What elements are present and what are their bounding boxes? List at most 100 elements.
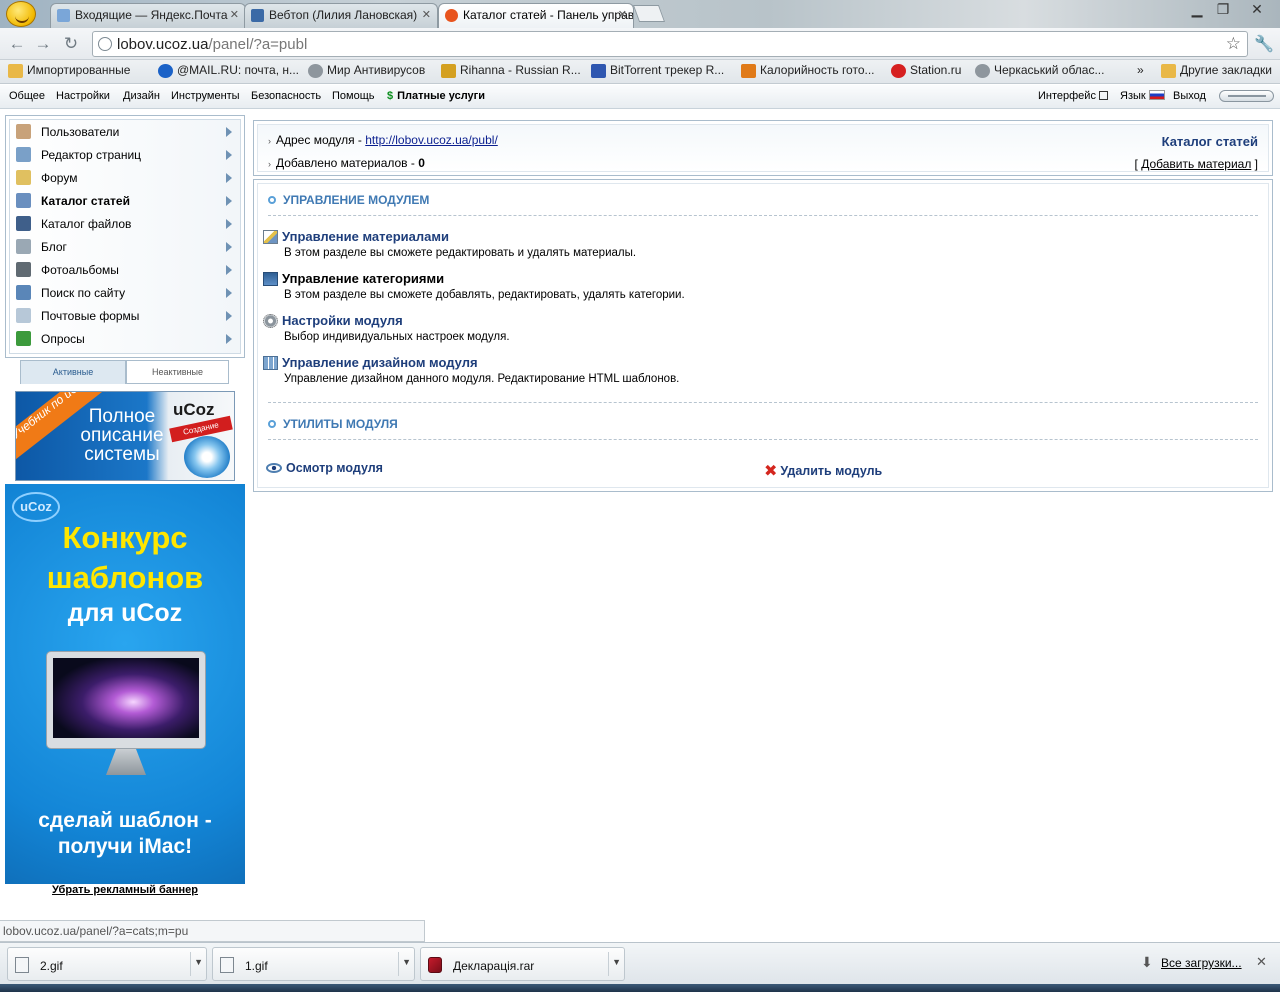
chevron-right-icon[interactable]	[226, 265, 232, 275]
download-item[interactable]: Декларація.rar ▼	[420, 947, 625, 981]
banner-title: Конкурс	[62, 520, 188, 555]
manage-categories-link[interactable]: Управление категориями	[282, 271, 444, 286]
bookmark-bittorrent[interactable]: BitTorrent трекер R...	[591, 63, 724, 78]
bookmark-other[interactable]: Другие закладки	[1161, 63, 1272, 78]
chevron-right-icon[interactable]	[226, 127, 232, 137]
bookmarks-overflow-icon[interactable]: »	[1137, 63, 1144, 77]
remove-banner-link[interactable]: Убрать рекламный баннер	[5, 884, 245, 896]
sidebar-item-page-editor[interactable]: Редактор страниц	[14, 144, 236, 167]
manage-materials-desc: В этом разделе вы сможете редактировать …	[284, 247, 637, 259]
wrench-menu-icon[interactable]: 🔧	[1254, 34, 1274, 54]
tab-close-icon[interactable]: ✕	[618, 8, 627, 21]
sidebar-item-articles[interactable]: Каталог статей	[14, 190, 236, 213]
bookmark-station[interactable]: Station.ru	[891, 63, 961, 78]
address-bar[interactable]: lobov.ucoz.ua/panel/?a=publ ☆	[92, 31, 1248, 57]
chevron-down-icon[interactable]: ▼	[612, 957, 621, 967]
bookmark-rihanna[interactable]: Rihanna - Russian R...	[441, 63, 581, 78]
interface-checkbox[interactable]	[1098, 91, 1108, 100]
bookmark-mailru[interactable]: @MAIL.RU: почта, н...	[158, 63, 299, 78]
download-item[interactable]: 1.gif ▼	[212, 947, 415, 981]
template-contest-banner[interactable]: uCoz Конкурс шаблонов для uCoz сделай ша…	[5, 484, 245, 884]
menu-design[interactable]: Дизайн	[123, 90, 160, 102]
tab-title: Вебтоп (Лилия Лановская)	[269, 8, 418, 22]
sidebar-item-polls[interactable]: Опросы	[14, 328, 236, 351]
module-design-link[interactable]: Управление дизайном модуля	[282, 355, 478, 370]
banner-line: Полное	[88, 406, 156, 427]
back-arrow-icon[interactable]: ←	[6, 34, 28, 54]
mailru-icon	[158, 64, 173, 78]
sidebar-item-mail-forms[interactable]: Почтовые формы	[14, 305, 236, 328]
menu-interface[interactable]: Интерфейс	[1038, 90, 1108, 102]
divider	[398, 952, 399, 976]
chevron-right-icon[interactable]	[226, 311, 232, 321]
menu-general[interactable]: Общее	[9, 90, 45, 102]
module-management-inner: УПРАВЛЕНИЕ МОДУЛЕМ Управление материалам…	[257, 183, 1269, 488]
status-url-bubble: lobov.ucoz.ua/panel/?a=cats;m=pu	[0, 920, 425, 942]
menu-settings[interactable]: Настройки	[56, 90, 110, 102]
envelope-icon	[57, 9, 70, 22]
sidebar-item-files[interactable]: Каталог файлов	[14, 213, 236, 236]
tab-inactive-modules[interactable]: Неактивные	[126, 360, 229, 384]
bookmark-antivirus[interactable]: Мир Антивирусов	[308, 63, 426, 78]
bullet-icon	[268, 420, 276, 428]
width-slider[interactable]	[1219, 90, 1274, 102]
sidebar-item-label: Поиск по сайту	[41, 286, 126, 300]
menu-help[interactable]: Помощь	[332, 90, 375, 102]
chevron-right-icon[interactable]	[226, 150, 232, 160]
module-design-desc: Управление дизайном данного модуля. Реда…	[284, 373, 680, 385]
download-filename: 1.gif	[245, 959, 268, 973]
chevron-right-icon[interactable]	[226, 242, 232, 252]
module-settings-link[interactable]: Настройки модуля	[282, 313, 403, 328]
smiley-avatar-icon[interactable]	[6, 1, 36, 27]
sidebar-item-forum[interactable]: Форум	[14, 167, 236, 190]
forward-arrow-icon[interactable]: →	[32, 34, 54, 54]
tab-close-icon[interactable]: ✕	[422, 8, 431, 21]
gear-icon	[263, 314, 278, 328]
menu-tools[interactable]: Инструменты	[171, 90, 240, 102]
tab-active-modules[interactable]: Активные	[20, 360, 126, 384]
restore-icon[interactable]: ❐	[1206, 0, 1240, 20]
url-text: lobov.ucoz.ua/panel/?a=publ	[117, 36, 307, 53]
banner-line: описание	[80, 425, 164, 446]
download-item[interactable]: 2.gif ▼	[7, 947, 207, 981]
bookmark-imported[interactable]: Импортированные	[8, 63, 130, 78]
folder-icon	[8, 64, 23, 78]
added-label: Добавлено материалов -	[276, 156, 419, 170]
chevron-down-icon[interactable]: ▼	[194, 957, 203, 967]
ucoz-manual-banner[interactable]: Учебник по uCoz Полное описание системы …	[15, 391, 235, 481]
new-tab-button[interactable]	[632, 5, 666, 22]
menu-language[interactable]: Язык	[1120, 90, 1165, 102]
sidebar-item-users[interactable]: Пользователи	[14, 121, 236, 144]
bookmark-label: Мир Антивирусов	[327, 63, 426, 77]
add-material-link[interactable]: Добавить материал	[1141, 157, 1251, 171]
browser-tab-webtop[interactable]: Вебтоп (Лилия Лановская) ✕	[244, 3, 438, 28]
menu-paid-services[interactable]: $ Платные услуги	[387, 90, 485, 102]
view-module-link[interactable]: Осмотр модуля	[266, 461, 383, 475]
all-downloads-link[interactable]: Все загрузки...	[1161, 956, 1242, 970]
module-address-link[interactable]: http://lobov.ucoz.ua/publ/	[365, 133, 498, 147]
page-info-icon[interactable]	[98, 37, 112, 51]
chevron-down-icon[interactable]: ▼	[402, 957, 411, 967]
chevron-right-icon[interactable]	[226, 196, 232, 206]
delete-module-link[interactable]: ✖ Удалить модуль	[764, 461, 882, 481]
sidebar-item-blog[interactable]: Блог	[14, 236, 236, 259]
close-window-icon[interactable]: ✕	[1240, 0, 1274, 20]
menu-logout[interactable]: Выход	[1173, 90, 1206, 102]
reload-icon[interactable]: ↻	[60, 34, 82, 54]
menu-security[interactable]: Безопасность	[251, 90, 321, 102]
bookmark-star-icon[interactable]: ☆	[1226, 34, 1241, 54]
bookmark-cherkasy[interactable]: Черкаський облас...	[975, 63, 1104, 78]
manage-materials-link[interactable]: Управление материалами	[282, 229, 449, 244]
browser-tab-yandex-mail[interactable]: Входящие — Яндекс.Почта ✕	[50, 3, 246, 28]
chevron-right-icon[interactable]	[226, 288, 232, 298]
chevron-right-icon[interactable]	[226, 219, 232, 229]
bookmark-calories[interactable]: Калорийность гото...	[741, 63, 875, 78]
sidebar-item-camera[interactable]: Фотоальбомы	[14, 259, 236, 282]
url-path: /panel/?a=publ	[208, 36, 308, 53]
browser-tab-articles-panel[interactable]: Каталог статей - Панель управления ✕	[438, 3, 634, 28]
chevron-right-icon[interactable]	[226, 334, 232, 344]
chevron-right-icon[interactable]	[226, 173, 232, 183]
close-shelf-icon[interactable]: ✕	[1256, 954, 1267, 970]
sidebar-item-search[interactable]: Поиск по сайту	[14, 282, 236, 305]
tab-close-icon[interactable]: ✕	[230, 8, 239, 21]
